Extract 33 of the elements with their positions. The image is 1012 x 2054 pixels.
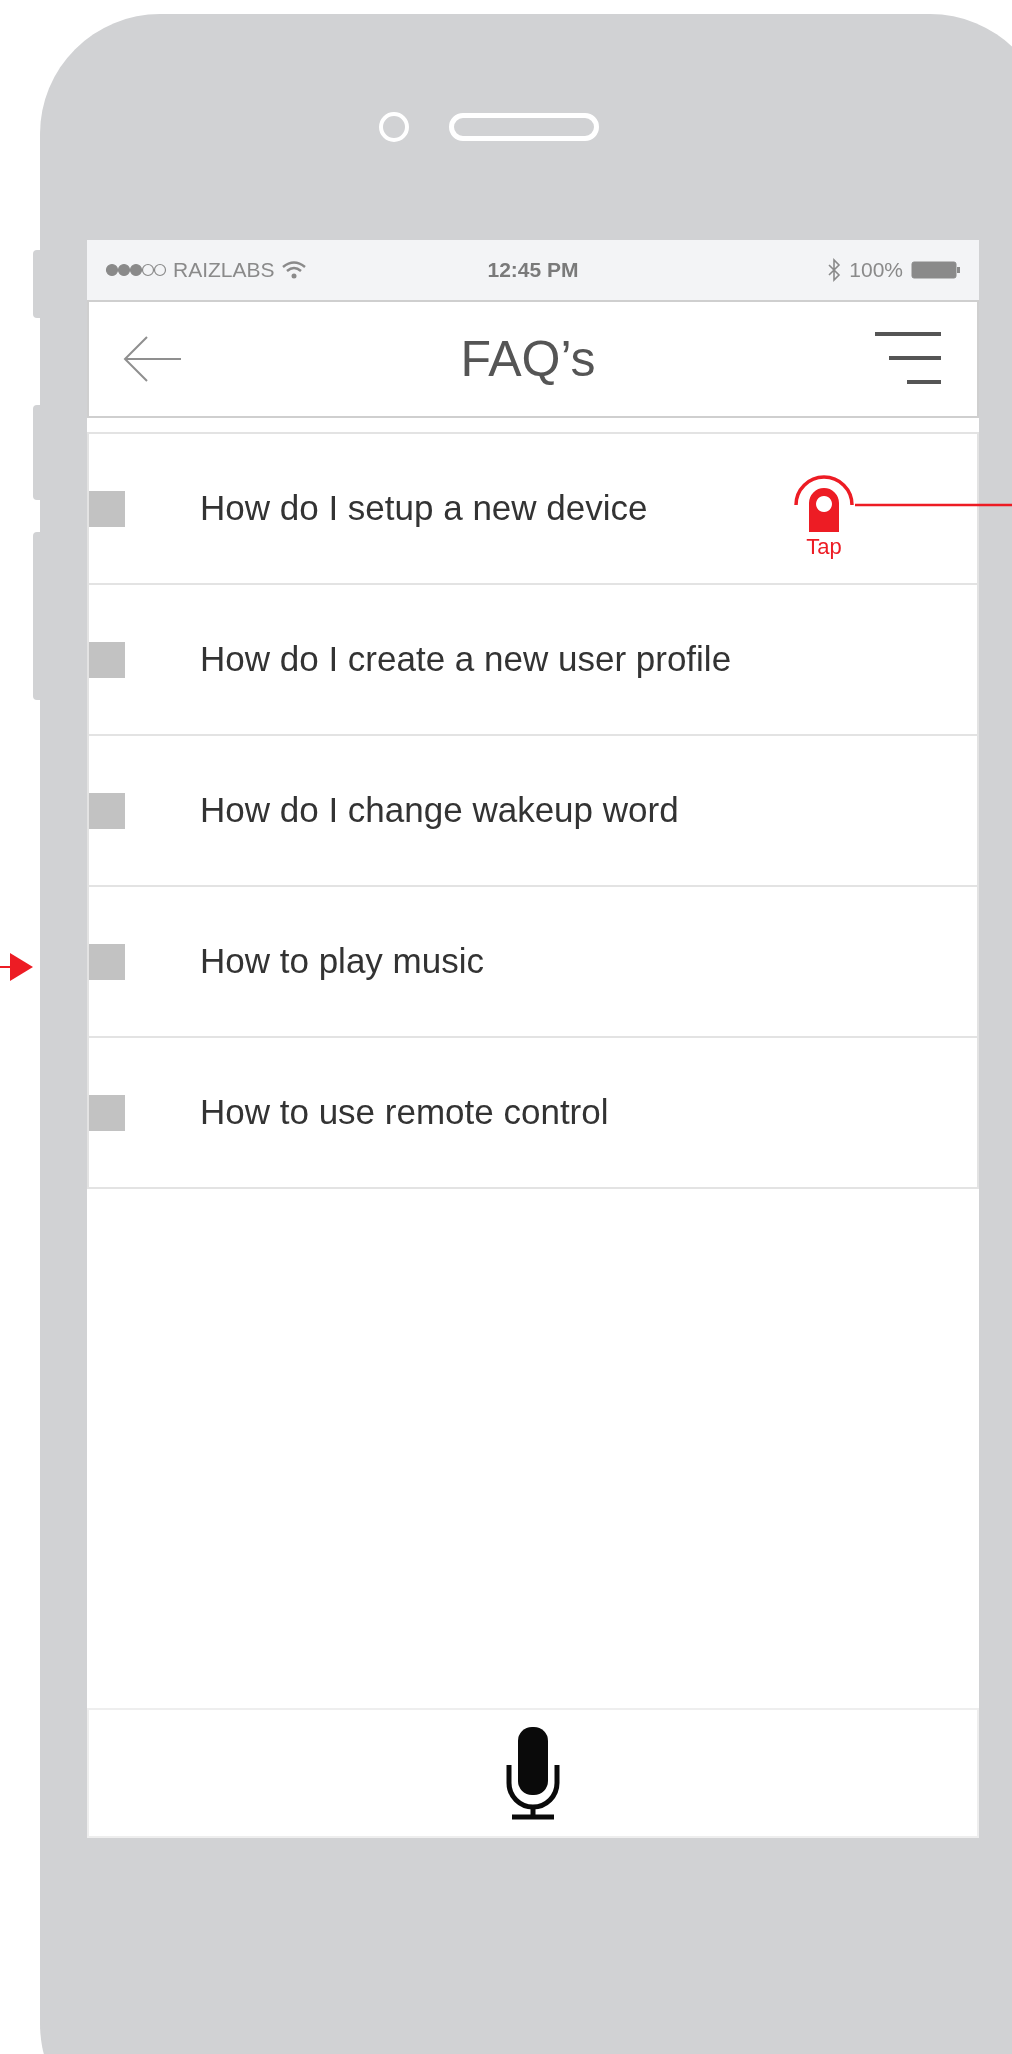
microphone-icon	[506, 1725, 560, 1821]
faq-item[interactable]: How to use remote control	[87, 1036, 979, 1189]
bluetooth-icon	[827, 258, 842, 282]
tap-gesture-icon	[793, 474, 855, 534]
page-title: FAQ’s	[459, 329, 597, 389]
camera-icon	[379, 112, 409, 142]
placeholder-square-icon	[89, 943, 125, 980]
back-button[interactable]	[123, 334, 183, 384]
placeholder-square-icon	[89, 641, 125, 678]
microphone-button[interactable]	[87, 1708, 979, 1838]
carrier-name: RAIZLABS	[173, 257, 275, 284]
menu-button[interactable]	[873, 331, 943, 387]
placeholder-square-icon	[89, 792, 125, 829]
back-arrow-icon	[123, 335, 183, 383]
battery-percentage: 100%	[849, 257, 903, 284]
placeholder-square-icon	[89, 1094, 125, 1131]
faq-question: How to play music	[200, 940, 484, 983]
annotation-arrow	[0, 953, 34, 981]
faq-question: How to use remote control	[200, 1091, 609, 1134]
faq-question: How do I change wakeup word	[200, 789, 679, 832]
menu-icon	[873, 331, 943, 387]
faq-item[interactable]: How do I create a new user profile	[87, 583, 979, 736]
tap-label: Tap	[806, 536, 842, 558]
status-time: 12:45 PM	[487, 257, 579, 284]
faq-question: How do I create a new user profile	[200, 638, 732, 681]
faq-item[interactable]: How do I setup a new device Tap	[87, 432, 979, 585]
wifi-icon	[280, 260, 307, 280]
faq-item[interactable]: How to play music	[87, 885, 979, 1038]
placeholder-square-icon	[89, 490, 125, 527]
faq-question: How do I setup a new device	[200, 487, 648, 530]
battery-icon	[911, 260, 961, 280]
signal-strength-icon	[105, 263, 167, 277]
faq-item[interactable]: How do I change wakeup word	[87, 734, 979, 887]
